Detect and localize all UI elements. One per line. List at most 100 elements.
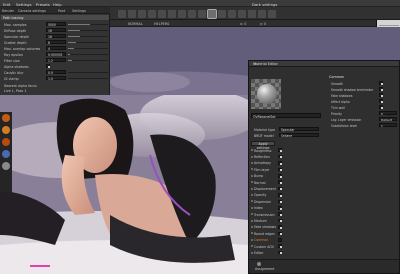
channel-checkbox[interactable] (278, 199, 282, 204)
channel-row[interactable]: Dispersion (251, 199, 323, 204)
setting-value-field[interactable]: 1.2 (46, 58, 66, 63)
channel-row[interactable]: Index (251, 205, 323, 211)
light-icon[interactable] (2, 138, 10, 146)
channel-checkbox[interactable] (278, 193, 282, 197)
common-setting-value[interactable]: 1 (379, 123, 397, 128)
menu-help[interactable]: Help (53, 2, 62, 7)
channel-checkbox[interactable] (278, 205, 282, 210)
channel-row[interactable]: Film layer (251, 167, 323, 172)
channel-checkbox[interactable] (278, 237, 282, 242)
channel-checkbox[interactable] (278, 250, 282, 255)
channel-checkbox[interactable] (278, 167, 282, 172)
setting-checkbox[interactable] (46, 64, 50, 68)
channel-row[interactable]: Round edges (251, 231, 323, 236)
section-path-tracing[interactable]: Path tracing (1, 15, 109, 20)
common-setting-checkbox[interactable] (379, 81, 383, 85)
scale-icon[interactable] (148, 9, 156, 18)
pause-icon[interactable] (168, 9, 176, 18)
setting-slider[interactable] (68, 47, 108, 49)
brdf-model-dropdown[interactable]: Octane (279, 133, 319, 138)
cube-icon[interactable] (218, 9, 226, 18)
channel-row[interactable]: Fake shadows (251, 225, 323, 230)
channel-checkbox[interactable] (278, 231, 282, 236)
light-icon[interactable] (198, 9, 206, 18)
common-setting-dropdown[interactable]: Default (379, 117, 397, 122)
menu-settings[interactable]: Settings (16, 2, 32, 7)
setting-slider[interactable] (68, 35, 108, 37)
material-editor-titlebar[interactable]: Material Editor × (249, 61, 399, 67)
setting-slider[interactable] (68, 23, 108, 25)
material-icon[interactable] (2, 162, 10, 170)
channel-row[interactable]: Reflection (251, 154, 323, 159)
setting-value-field[interactable]: 5000 (46, 22, 66, 27)
viewport-mode[interactable]: NORMAL (128, 22, 143, 26)
channel-row[interactable]: Displacement (251, 186, 323, 191)
viewport-helpers[interactable]: HELPERS (154, 22, 169, 26)
texture-icon[interactable] (248, 9, 256, 18)
render-icon[interactable] (2, 150, 10, 158)
setting-slider[interactable] (68, 71, 108, 73)
common-setting-value[interactable]: 0 (379, 111, 397, 116)
channel-checkbox[interactable] (278, 180, 282, 184)
channel-checkbox[interactable] (278, 225, 282, 229)
menu-presets[interactable]: Presets (36, 2, 50, 7)
setting-value-field[interactable]: 0.0 (46, 70, 66, 75)
common-setting-checkbox[interactable] (379, 87, 383, 91)
channel-checkbox[interactable] (278, 186, 282, 191)
channel-row[interactable]: Editor (251, 250, 323, 255)
channel-row[interactable]: Normal (251, 180, 323, 185)
render-viewport[interactable] (0, 95, 248, 274)
gear-icon[interactable] (2, 114, 10, 122)
channel-checkbox[interactable] (278, 212, 282, 216)
setting-slider[interactable] (68, 41, 108, 43)
channel-checkbox[interactable] (278, 173, 282, 178)
camera-icon[interactable] (188, 9, 196, 18)
material-name-field[interactable]: OVRbasnelSet (251, 113, 321, 119)
setting-value-field[interactable]: 0.000001 (46, 52, 66, 57)
tab-camera-settings[interactable]: Camera settings (18, 9, 46, 13)
tab-settings[interactable]: Settings (72, 9, 86, 13)
stop-icon[interactable] (178, 9, 186, 18)
pin-icon[interactable] (257, 262, 261, 266)
channel-checkbox[interactable] (278, 161, 282, 165)
setting-value-field[interactable]: 4 (46, 46, 66, 51)
grid-icon[interactable] (228, 9, 236, 18)
close-icon[interactable]: × (253, 62, 257, 66)
channel-row[interactable]: Transmission (251, 212, 323, 217)
channel-checkbox[interactable] (278, 154, 282, 159)
channel-checkbox[interactable] (278, 148, 282, 152)
move-icon[interactable] (128, 9, 136, 18)
tab-post[interactable]: Post (58, 9, 65, 13)
sphere-icon[interactable] (207, 8, 217, 19)
channel-checkbox[interactable] (278, 244, 282, 248)
common-setting-checkbox[interactable] (379, 105, 383, 109)
apply-settings-button[interactable]: Apply settings (251, 141, 275, 150)
channel-row[interactable]: Common (251, 237, 323, 243)
render-icon[interactable] (158, 9, 166, 18)
setting-value-field[interactable]: 8 (46, 40, 66, 45)
menu-dark-settings[interactable]: Dark settings (252, 2, 277, 7)
tab-render[interactable]: Render (2, 9, 14, 13)
material-type-dropdown[interactable]: Specular (279, 127, 319, 132)
menu-edit[interactable]: Edit (3, 2, 10, 7)
channel-row[interactable]: Anisotropy (251, 161, 323, 166)
camera-icon[interactable] (2, 126, 10, 134)
channel-row[interactable]: Roughness (251, 148, 323, 153)
setting-value-field[interactable]: 1.0 (46, 76, 66, 81)
common-setting-checkbox[interactable] (379, 93, 383, 97)
channel-row[interactable]: Custom AOV (251, 244, 323, 249)
common-setting-checkbox[interactable] (379, 99, 383, 103)
material-preview[interactable] (251, 79, 281, 109)
rotate-icon[interactable] (138, 9, 146, 18)
settings-icon[interactable] (258, 9, 266, 18)
setting-slider[interactable] (68, 59, 108, 61)
setting-slider[interactable] (68, 77, 108, 79)
setting-value-field[interactable]: 16 (46, 28, 66, 33)
setting-slider[interactable] (68, 29, 108, 31)
assignment-label[interactable]: Assignment (255, 267, 274, 271)
select-icon[interactable] (118, 9, 126, 18)
setting-value-field[interactable]: 16 (46, 34, 66, 39)
channel-row[interactable]: Bump (251, 173, 323, 179)
material-icon[interactable] (238, 9, 246, 18)
setting-slider[interactable] (68, 53, 108, 55)
